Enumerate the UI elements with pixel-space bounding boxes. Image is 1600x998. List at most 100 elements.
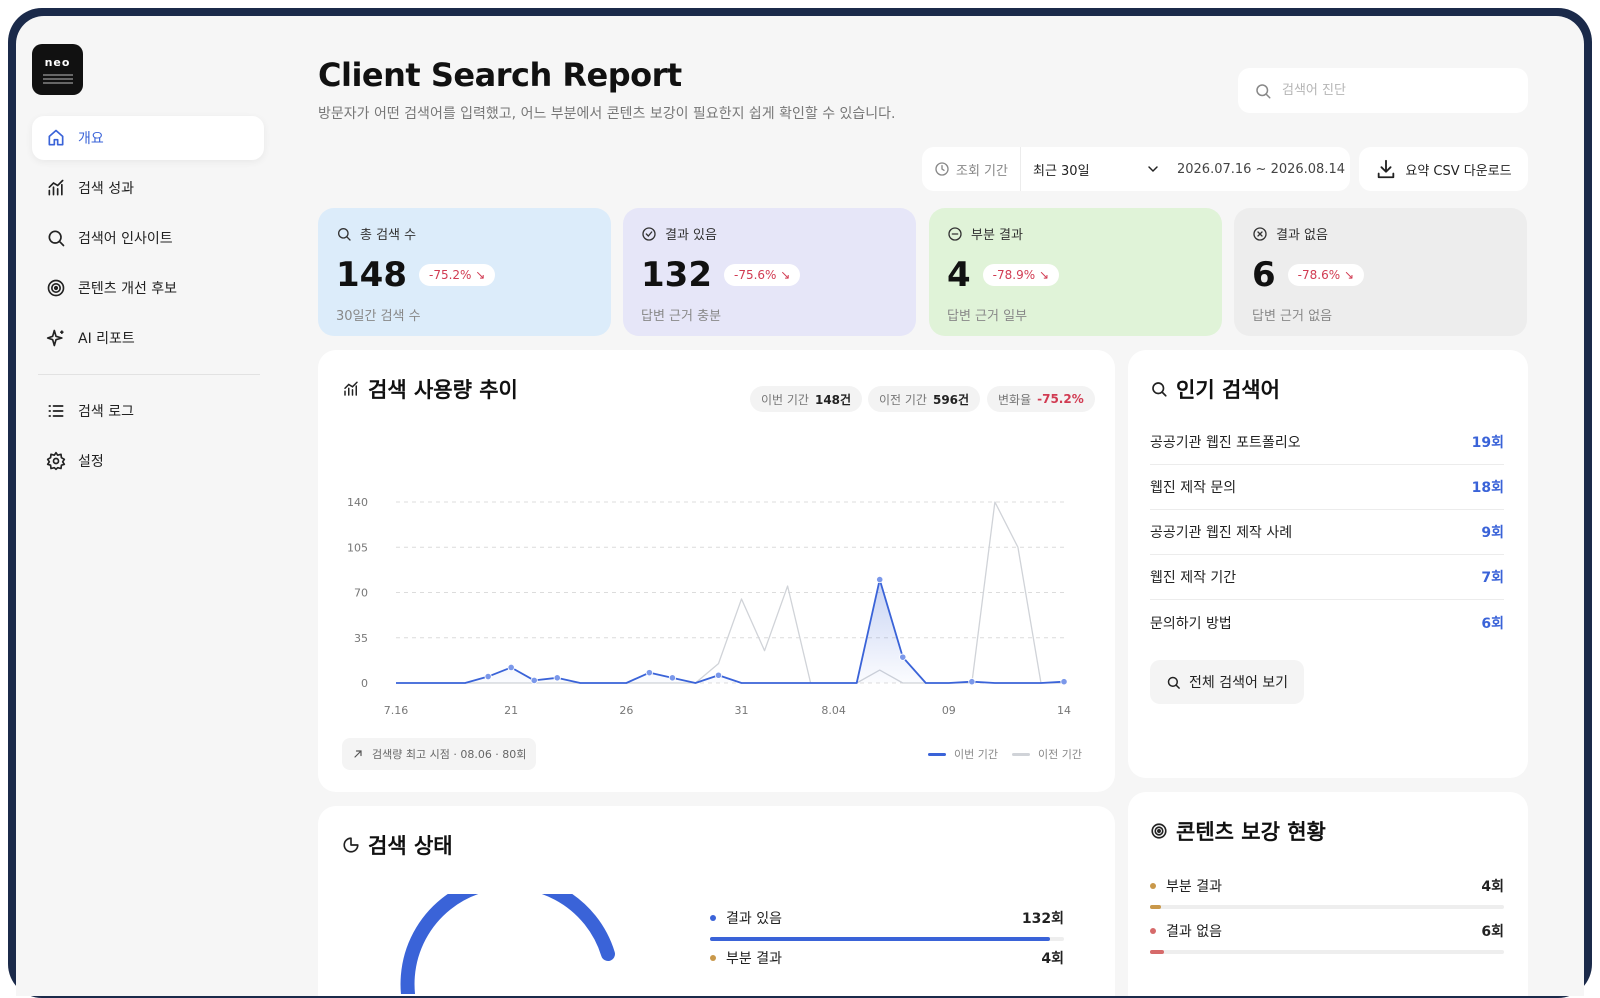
series-point-current bbox=[968, 678, 976, 686]
keyword-row[interactable]: 공공기관 웹진 포트폴리오 19회 bbox=[1150, 420, 1504, 465]
stat-card-partial: 부분 결과 4 -78.9% ↘ 답변 근거 일부 bbox=[929, 208, 1222, 336]
app-logo[interactable]: neo bbox=[32, 44, 83, 95]
search-icon bbox=[338, 227, 351, 241]
sidebar-item-label: 검색 로그 bbox=[78, 404, 134, 420]
stat-row: 6 -78.6% ↘ bbox=[1252, 255, 1509, 295]
legend-swatch bbox=[928, 752, 946, 756]
bar-label: 부분 결과 bbox=[726, 951, 782, 967]
search-box bbox=[1238, 68, 1528, 113]
sidebar-item-label: 개요 bbox=[78, 131, 104, 147]
chart-icon bbox=[48, 179, 64, 196]
bar-track bbox=[1150, 905, 1504, 909]
bar-label-row: 결과 없음 6회 bbox=[1150, 921, 1504, 941]
sidebar-item-label: AI 리포트 bbox=[78, 331, 135, 347]
view-all-label: 전체 검색어 보기 bbox=[1189, 675, 1289, 691]
search-icon bbox=[1152, 382, 1167, 397]
stat-change: -75.6% bbox=[733, 268, 777, 282]
gear-icon bbox=[46, 451, 66, 471]
status-title-row: 검색 상태 bbox=[342, 830, 453, 860]
keyword-count: 19회 bbox=[1471, 435, 1504, 451]
stat-change: -78.9% bbox=[992, 268, 1036, 282]
stat-change-badge: -78.6% ↘ bbox=[1287, 264, 1364, 286]
bar-label: 결과 없음 bbox=[1166, 924, 1222, 940]
bar-fill bbox=[1150, 950, 1165, 954]
popular-card: 인기 검색어 공공기관 웹진 포트폴리오 19회 웹진 제작 문의 18회 공공기관… bbox=[1128, 350, 1528, 778]
minus-circle-icon bbox=[948, 226, 962, 241]
period-select[interactable]: 최근 30일 bbox=[1021, 160, 1161, 179]
legend-label: 이전 기간 bbox=[1038, 748, 1082, 761]
sidebar-item-ai-report[interactable]: AI 리포트 bbox=[32, 316, 264, 360]
series-point-current bbox=[507, 663, 515, 672]
keyword-row[interactable]: 웹진 제작 기간 7회 bbox=[1150, 555, 1504, 600]
stat-card-total: 총 검색 수 148 -75.2% ↘ 30일간 검색 수 bbox=[318, 208, 611, 336]
period-range: 2026.07.16 ~ 2026.08.14 bbox=[1176, 161, 1346, 177]
sidebar-item-overview[interactable]: 개요 bbox=[32, 116, 264, 160]
series-point-current bbox=[645, 669, 653, 677]
keyword-row[interactable]: 공공기관 웹진 제작 사례 9회 bbox=[1150, 510, 1504, 555]
usage-line-chart: 0 35 70 105 140 7.16 21 26 31 8.04 09 14 bbox=[347, 496, 1071, 717]
stat-change-badge: -78.9% ↘ bbox=[982, 264, 1059, 286]
donut-arc-results bbox=[400, 894, 615, 994]
sidebar-item-content-candidates[interactable]: 콘텐츠 개선 후보 bbox=[32, 266, 264, 310]
pie-chart-icon bbox=[343, 837, 359, 853]
bar-track bbox=[710, 937, 1064, 941]
x-tick-label: 26 bbox=[619, 704, 633, 717]
stat-label: 결과 있음 bbox=[665, 228, 717, 243]
nav-menu: 개요 검색 성과 검색어 인사이트 콘텐츠 개선 후보 AI 리포트 검색 로그… bbox=[32, 116, 264, 489]
search-icon bbox=[1167, 676, 1180, 689]
keyword-text: 공공기관 웹진 제작 사례 bbox=[1150, 525, 1293, 541]
stat-change-badge: -75.2% ↘ bbox=[418, 264, 496, 286]
stat-row: 148 -75.2% ↘ bbox=[336, 255, 593, 295]
csv-download-label: 요약 CSV 다운로드 bbox=[1405, 163, 1512, 179]
period-label-box: 조회 기간 bbox=[922, 147, 1021, 191]
y-tick-label: 0 bbox=[361, 677, 368, 690]
keyword-count: 18회 bbox=[1471, 480, 1504, 496]
legend-current: 이번 기간 bbox=[928, 746, 998, 762]
sidebar-item-search-log[interactable]: 검색 로그 bbox=[32, 389, 264, 433]
sidebar-item-settings[interactable]: 설정 bbox=[32, 439, 264, 483]
series-point-current bbox=[668, 674, 677, 682]
sidebar-item-keyword-insights[interactable]: 검색어 인사이트 bbox=[32, 216, 264, 260]
stat-row: 4 -78.9% ↘ bbox=[947, 255, 1204, 295]
stat-row: 132 -75.6% ↘ bbox=[641, 255, 898, 295]
stat-head: 결과 있음 bbox=[641, 224, 898, 243]
keyword-row[interactable]: 문의하기 방법 6회 bbox=[1150, 600, 1504, 645]
x-tick-label: 8.04 bbox=[821, 704, 846, 717]
target-icon bbox=[47, 279, 65, 297]
status-donut bbox=[400, 894, 615, 994]
keyword-row[interactable]: 웹진 제작 문의 18회 bbox=[1150, 465, 1504, 510]
stat-label: 부분 결과 bbox=[971, 228, 1023, 243]
x-tick-label: 7.16 bbox=[384, 704, 409, 717]
bar-dot bbox=[1150, 883, 1156, 889]
bar-label-row: 부분 결과 4회 bbox=[1150, 876, 1504, 896]
legend-label: 이번 기간 bbox=[954, 748, 998, 761]
sidebar-item-search-performance[interactable]: 검색 성과 bbox=[32, 166, 264, 210]
check-circle-icon bbox=[642, 226, 656, 241]
csv-download-button[interactable]: 요약 CSV 다운로드 bbox=[1359, 147, 1528, 191]
page-title: Client Search Report bbox=[318, 56, 682, 94]
search-input[interactable] bbox=[1282, 83, 1512, 98]
period-filter: 조회 기간 최근 30일 2026.07.16 ~ 2026.08.14 bbox=[922, 147, 1350, 191]
popular-title: 인기 검색어 bbox=[1176, 378, 1280, 402]
bar-label-row: 부분 결과 4회 bbox=[710, 948, 1064, 968]
peak-text: 검색량 최고 시점 · 08.06 · 80회 bbox=[372, 748, 527, 761]
stat-change: -75.2% bbox=[428, 268, 472, 282]
status-bar-partial: 부분 결과 4회 bbox=[710, 948, 1064, 968]
bar-count: 6회 bbox=[1481, 924, 1504, 940]
stat-desc: 30일간 검색 수 bbox=[336, 309, 421, 324]
x-tick-label: 14 bbox=[1057, 704, 1071, 717]
peak-info: 검색량 최고 시점 · 08.06 · 80회 bbox=[342, 738, 537, 770]
bar-fill bbox=[710, 937, 1050, 941]
page-subtitle: 방문자가 어떤 검색어를 입력했고, 어느 부분에서 콘텐츠 보강이 필요한지 … bbox=[318, 106, 896, 122]
y-tick-label: 140 bbox=[347, 496, 368, 509]
bar-dot bbox=[710, 915, 716, 921]
bar-label-row: 결과 있음 132회 bbox=[710, 908, 1064, 928]
stat-value: 4 bbox=[947, 255, 971, 295]
y-tick-label: 105 bbox=[347, 541, 368, 554]
view-all-keywords-button[interactable]: 전체 검색어 보기 bbox=[1150, 660, 1305, 704]
stat-change: -78.6% bbox=[1297, 268, 1341, 282]
bar-count: 4회 bbox=[1481, 879, 1504, 895]
keyword-count: 6회 bbox=[1481, 615, 1504, 632]
download-icon bbox=[1378, 159, 1395, 179]
stat-label: 결과 없음 bbox=[1276, 228, 1328, 243]
